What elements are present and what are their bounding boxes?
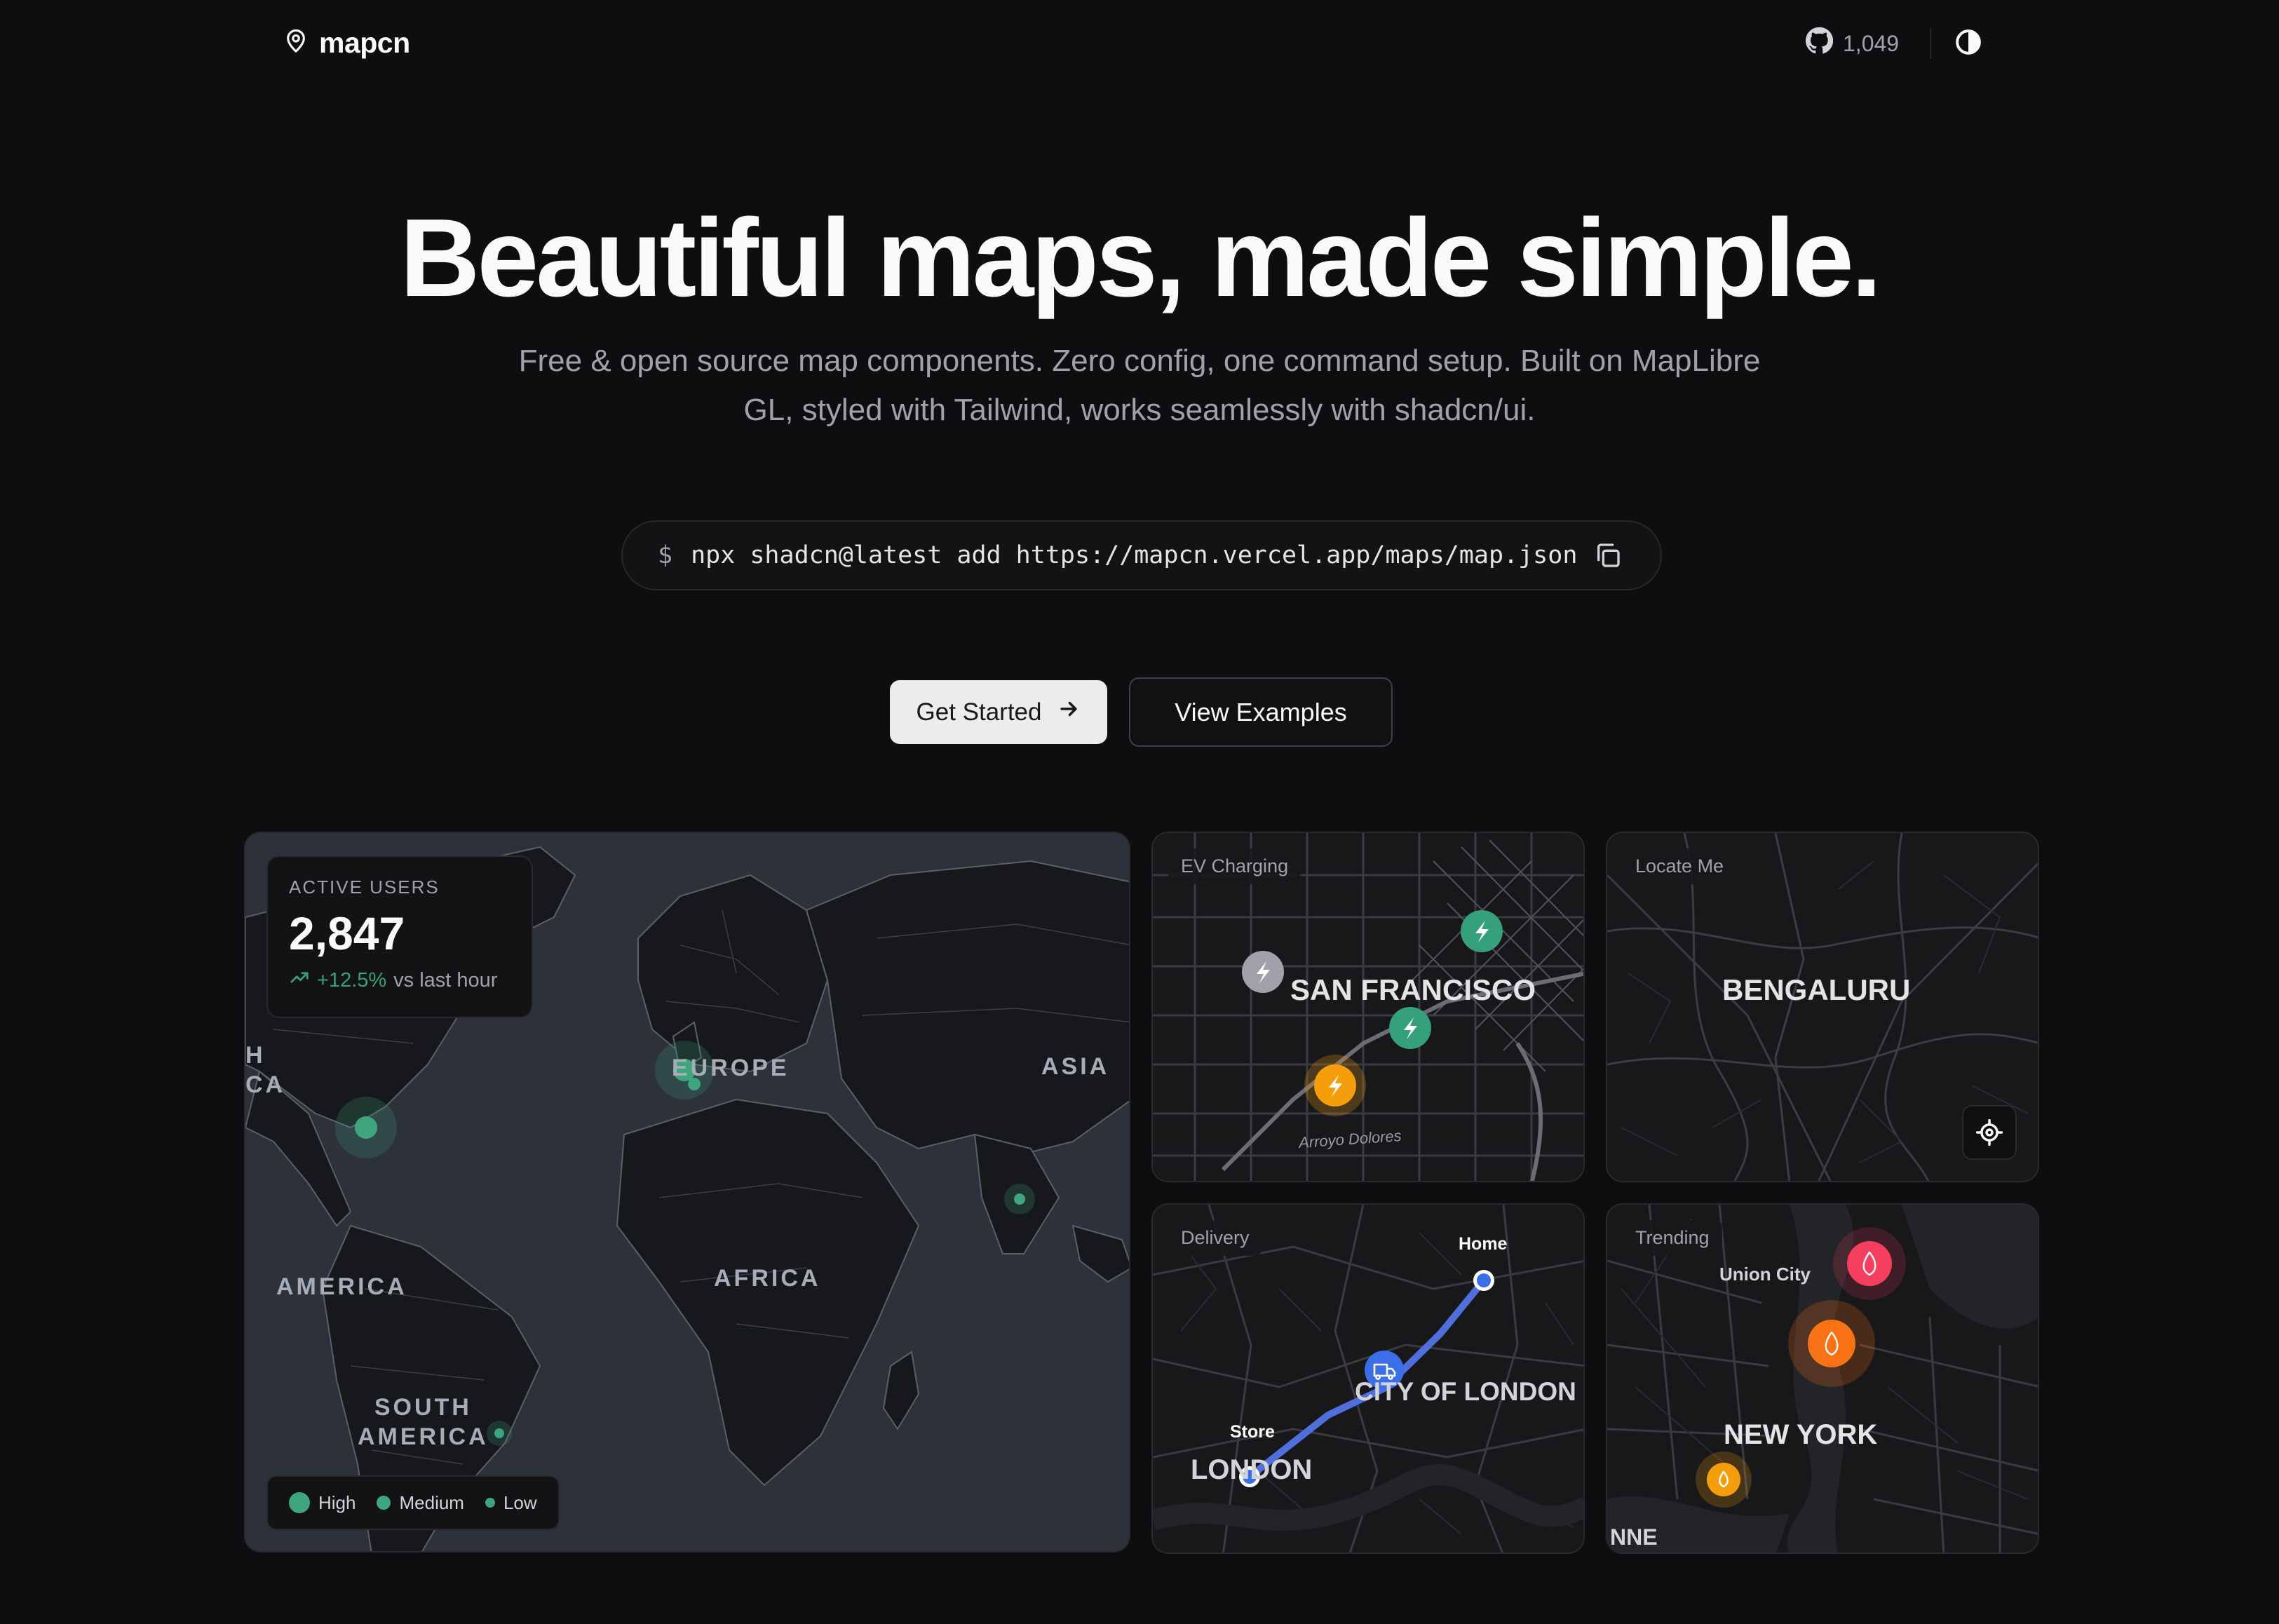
delivery-home-label: Home xyxy=(1459,1234,1508,1254)
locate-button[interactable] xyxy=(1962,1105,2017,1160)
map-label-africa: AFRICA xyxy=(714,1265,821,1292)
delivery-card[interactable]: Delivery Home Store CITY OF LONDON LONDO… xyxy=(1151,1203,1585,1554)
trending-card[interactable]: Trending Union City NEW YORK NNE xyxy=(1606,1203,2039,1554)
copy-icon xyxy=(1597,543,1620,567)
active-users-value: 2,847 xyxy=(289,907,405,959)
trending-map[interactable] xyxy=(1607,1205,2039,1554)
trending-edge-label: NNE xyxy=(1610,1524,1658,1550)
header-divider xyxy=(1930,28,1931,59)
theme-toggle-button[interactable] xyxy=(1953,28,1984,59)
map-label-north-america-a: H xyxy=(245,1042,266,1069)
locate-me-tag: Locate Me xyxy=(1623,848,1737,884)
active-users-panel: ACTIVE USERS 2,847 +12.5% vs last hour xyxy=(266,855,533,1018)
copy-button[interactable] xyxy=(1590,538,1625,573)
active-users-label: ACTIVE USERS xyxy=(289,877,440,898)
map-label-asia: ASIA xyxy=(1041,1053,1110,1080)
locate-city-label: BENGALURU xyxy=(1722,973,1911,1006)
map-label-america: AMERICA xyxy=(276,1273,407,1300)
delivery-tag: Delivery xyxy=(1168,1220,1262,1256)
legend-item-high: High xyxy=(289,1492,356,1514)
ev-charging-card[interactable]: EV Charging SAN FRANCISCO Arroyo Dolores xyxy=(1151,832,1585,1182)
delivery-city-label: LONDON xyxy=(1191,1454,1313,1485)
github-stars: 1,049 xyxy=(1843,30,1900,56)
trending-up-icon xyxy=(289,967,310,994)
view-examples-label: View Examples xyxy=(1175,697,1347,726)
arrow-right-icon xyxy=(1057,697,1081,727)
active-users-change: +12.5% xyxy=(317,968,387,992)
activity-legend: High Medium Low xyxy=(266,1475,560,1530)
install-command[interactable]: $ npx shadcn@latest add https://mapcn.ve… xyxy=(621,520,1662,590)
delivery-store-label: Store xyxy=(1230,1422,1275,1442)
world-map-card[interactable]: H CA EUROPE ASIA AMERICA AFRICA SOUTH AM… xyxy=(244,832,1130,1552)
legend-label-high: High xyxy=(318,1491,356,1513)
map-pin-icon xyxy=(284,28,308,58)
get-started-button[interactable]: Get Started xyxy=(890,680,1107,744)
contrast-icon xyxy=(1954,28,1982,60)
ev-city-label: SAN FRANCISCO xyxy=(1290,973,1536,1006)
legend-item-low: Low xyxy=(485,1492,537,1514)
active-users-trend: +12.5% vs last hour xyxy=(289,967,510,994)
hero-subtitle: Free & open source map components. Zero … xyxy=(518,344,1761,427)
command-text[interactable]: npx shadcn@latest add https://mapcn.verc… xyxy=(691,541,1590,569)
command-prompt: $ xyxy=(658,541,673,569)
brand-name: mapcn xyxy=(319,27,410,59)
github-link[interactable]: 1,049 xyxy=(1805,27,1899,60)
legend-item-medium: Medium xyxy=(377,1492,464,1514)
legend-label-low: Low xyxy=(503,1491,537,1513)
map-label-south-america: SOUTH AMERICA xyxy=(358,1394,489,1450)
trending-city-label: NEW YORK xyxy=(1724,1419,1878,1450)
hero-title: Beautiful maps, made simple. xyxy=(400,196,1881,320)
trending-union-city-label: Union City xyxy=(1719,1264,1811,1285)
get-started-label: Get Started xyxy=(916,698,1042,726)
brand-logo[interactable]: mapcn xyxy=(284,27,410,60)
github-icon xyxy=(1805,27,1834,60)
locate-me-card[interactable]: Locate Me BENGALURU xyxy=(1606,832,2039,1182)
ev-charging-tag: EV Charging xyxy=(1168,848,1301,884)
view-examples-button[interactable]: View Examples xyxy=(1129,677,1393,747)
active-users-compare: vs last hour xyxy=(393,968,498,992)
map-label-north-america-b: CA xyxy=(245,1071,286,1098)
crosshair-icon xyxy=(1976,1119,2003,1146)
map-label-europe: EUROPE xyxy=(672,1055,790,1081)
legend-label-medium: Medium xyxy=(399,1491,464,1513)
trending-tag: Trending xyxy=(1623,1220,1722,1256)
delivery-district-label: CITY OF LONDON xyxy=(1355,1377,1576,1406)
